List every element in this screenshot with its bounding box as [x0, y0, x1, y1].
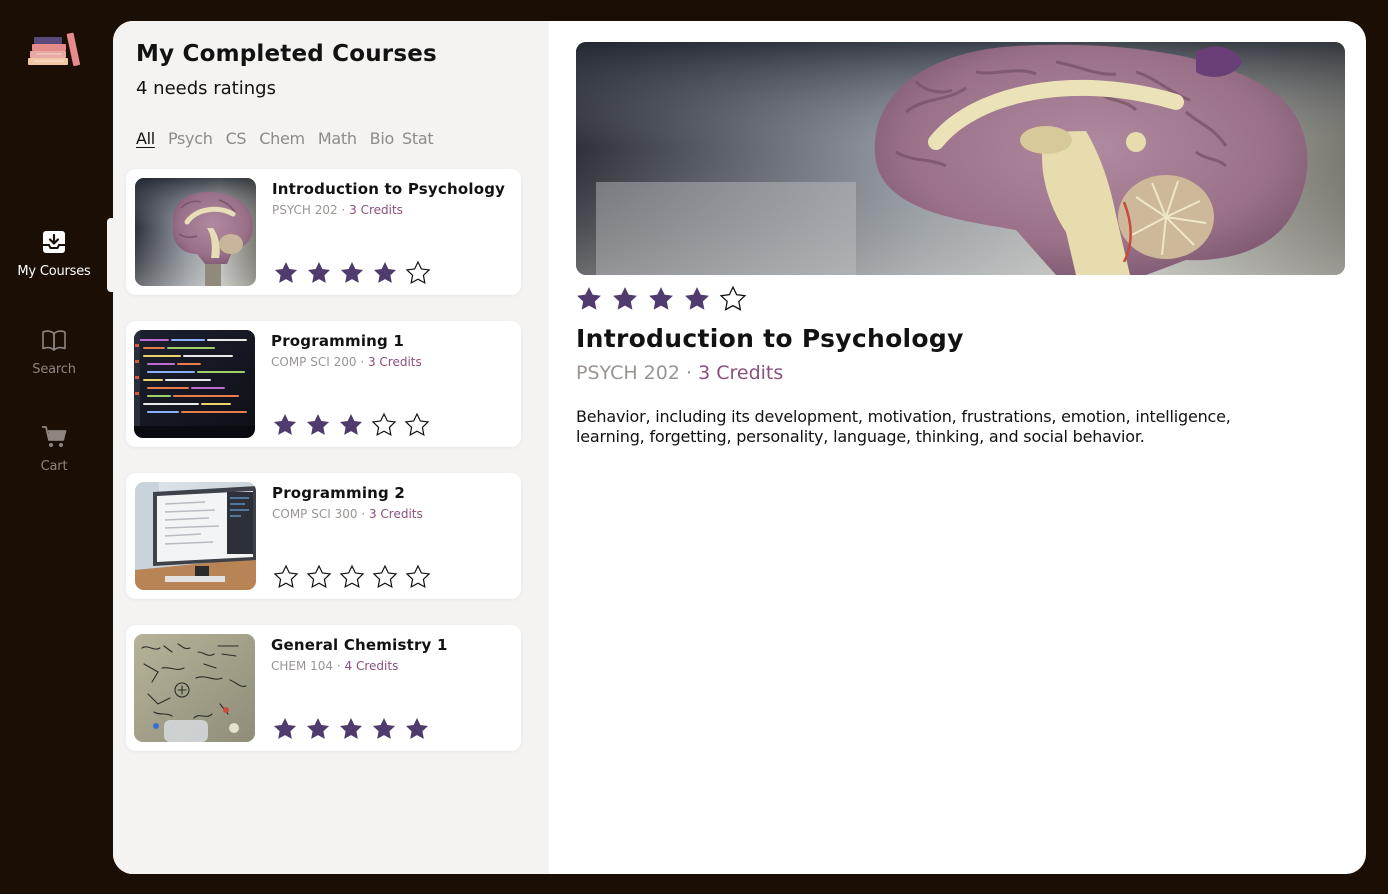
course-card[interactable]: Introduction to Psychology PSYCH 202 · 3…	[126, 169, 521, 295]
star-empty-icon[interactable]	[306, 564, 332, 590]
nav-my-courses-label: My Courses	[17, 264, 91, 279]
star-rating[interactable]	[273, 564, 438, 590]
nav-my-courses[interactable]: My Courses	[0, 218, 108, 292]
filter-tab-all[interactable]: All	[136, 129, 155, 148]
course-code: PSYCH 202	[272, 203, 338, 217]
star-rating[interactable]	[272, 412, 437, 438]
star-rating[interactable]	[272, 716, 437, 742]
course-thumbnail	[134, 634, 255, 742]
course-credits: 4 Credits	[344, 659, 399, 673]
course-credits: 3 Credits	[368, 507, 423, 521]
course-code: COMP SCI 300	[272, 507, 358, 521]
star-filled-icon[interactable]	[273, 260, 299, 286]
page-title: My Completed Courses	[136, 41, 437, 67]
book-open-icon	[42, 330, 66, 351]
course-card[interactable]: Programming 1 COMP SCI 200 · 3 Credits	[126, 321, 521, 447]
star-filled-icon[interactable]	[305, 716, 331, 742]
course-description: Behavior, including its development, mot…	[576, 407, 1231, 446]
app-logo	[26, 30, 84, 68]
ratings-needed-text: 4 needs ratings	[136, 78, 276, 99]
course-card[interactable]: Programming 2 COMP SCI 300 · 3 Credits	[126, 473, 521, 599]
nav-rail: My Courses Search Cart	[0, 0, 117, 894]
filter-tab-chem[interactable]: Chem	[259, 129, 305, 148]
course-title: General Chemistry 1	[271, 636, 448, 654]
star-empty-icon[interactable]	[339, 564, 365, 590]
filter-tab-cs[interactable]: CS	[226, 129, 247, 148]
star-empty-icon[interactable]	[371, 412, 397, 438]
star-filled-icon[interactable]	[338, 412, 364, 438]
meta-separator: ·	[686, 362, 693, 384]
filter-tab-psych[interactable]: Psych	[168, 129, 213, 148]
course-credits: 3 Credits	[349, 203, 403, 217]
star-filled-icon[interactable]	[272, 716, 298, 742]
course-code: COMP SCI 200	[271, 355, 357, 369]
star-filled-icon[interactable]	[306, 260, 332, 286]
star-filled-icon[interactable]	[272, 412, 298, 438]
star-filled-icon[interactable]	[683, 285, 711, 313]
detail-course-code: PSYCH 202	[576, 362, 680, 384]
main-screen: My Completed Courses 4 needs ratings All…	[113, 21, 1366, 874]
star-empty-icon[interactable]	[404, 412, 430, 438]
star-filled-icon[interactable]	[339, 260, 365, 286]
star-filled-icon[interactable]	[371, 716, 397, 742]
star-empty-icon[interactable]	[719, 285, 747, 313]
filter-tab-math[interactable]: Math	[318, 129, 357, 148]
course-credits: 3 Credits	[367, 355, 422, 369]
star-filled-icon[interactable]	[647, 285, 675, 313]
star-rating[interactable]	[273, 260, 438, 286]
nav-cart-label: Cart	[40, 459, 68, 474]
course-card[interactable]: General Chemistry 1 CHEM 104 · 4 Credits	[126, 625, 521, 751]
course-meta: COMP SCI 200 · 3 Credits	[271, 355, 422, 369]
detail-title: Introduction to Psychology	[576, 324, 964, 353]
star-filled-icon[interactable]	[338, 716, 364, 742]
star-filled-icon[interactable]	[611, 285, 639, 313]
filter-tab-bio[interactable]: Bio	[370, 129, 395, 148]
meta-separator: ·	[361, 507, 366, 521]
detail-course-credits: 3 Credits	[698, 362, 784, 384]
course-thumbnail	[135, 178, 256, 286]
meta-separator: ·	[360, 355, 365, 369]
star-empty-icon[interactable]	[273, 564, 299, 590]
cart-icon	[42, 426, 67, 447]
inbox-download-icon	[43, 231, 65, 253]
course-title: Programming 2	[272, 484, 406, 502]
nav-search[interactable]: Search	[0, 316, 108, 390]
course-title: Introduction to Psychology	[272, 180, 506, 198]
course-code: CHEM 104	[271, 659, 334, 673]
filter-tab-stat[interactable]: Stat	[402, 129, 434, 148]
course-meta: CHEM 104 · 4 Credits	[271, 659, 398, 673]
nav-cart[interactable]: Cart	[0, 413, 108, 487]
meta-separator: ·	[336, 659, 341, 673]
nav-search-label: Search	[32, 362, 76, 377]
detail-star-rating[interactable]	[575, 285, 755, 313]
course-meta: COMP SCI 300 · 3 Credits	[272, 507, 423, 521]
star-filled-icon[interactable]	[305, 412, 331, 438]
star-empty-icon[interactable]	[405, 564, 431, 590]
course-title: Programming 1	[271, 332, 405, 350]
star-filled-icon[interactable]	[372, 260, 398, 286]
course-list-panel: My Completed Courses 4 needs ratings All…	[113, 21, 549, 874]
course-meta: PSYCH 202 · 3 Credits	[272, 203, 403, 217]
star-empty-icon[interactable]	[372, 564, 398, 590]
detail-meta: PSYCH 202 · 3 Credits	[576, 362, 783, 384]
filter-tabs: All Psych CS Chem Math Bio Stat	[136, 129, 446, 148]
course-thumbnail	[135, 482, 256, 590]
course-hero-image	[576, 42, 1345, 275]
course-thumbnail	[134, 330, 255, 438]
star-empty-icon[interactable]	[405, 260, 431, 286]
meta-separator: ·	[341, 203, 346, 217]
star-filled-icon[interactable]	[575, 285, 603, 313]
star-filled-icon[interactable]	[404, 716, 430, 742]
